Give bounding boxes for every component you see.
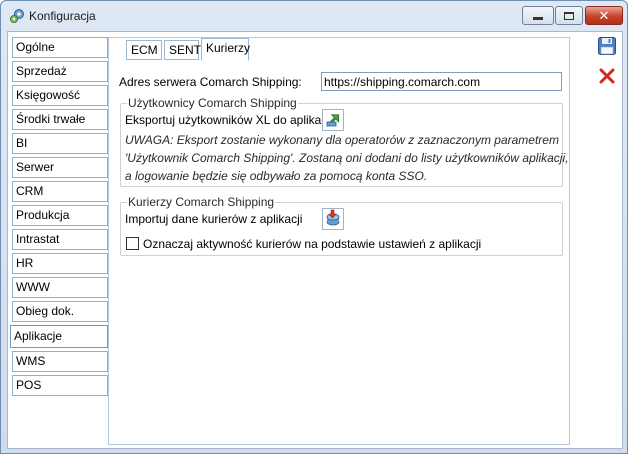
server-address-input[interactable] — [321, 72, 562, 91]
title-bar: Konfiguracja ✕ — [1, 1, 627, 31]
nav-item-intrastat[interactable]: Intrastat — [12, 229, 108, 250]
tab-kurierzy[interactable]: Kurierzy — [201, 38, 250, 61]
maximize-button[interactable] — [555, 6, 583, 25]
window-title: Konfiguracja — [29, 9, 96, 23]
export-users-label: Eksportuj użytkowników XL do aplikacji — [125, 113, 333, 127]
nav-item-hr[interactable]: HR — [12, 253, 108, 274]
nav-item-srodki-trwale[interactable]: Środki trwałe — [12, 109, 108, 130]
save-button[interactable] — [596, 36, 618, 58]
import-couriers-button[interactable] — [322, 208, 344, 230]
users-group-title: Użytkownicy Comarch Shipping — [127, 96, 298, 110]
save-icon — [597, 36, 617, 59]
courier-activity-label: Oznaczaj aktywność kurierów na podstawie… — [143, 237, 482, 251]
import-icon — [324, 209, 342, 230]
courier-activity-checkbox[interactable] — [126, 237, 139, 250]
nav-item-serwer-wydrukow[interactable]: Serwer wydruków — [12, 157, 108, 193]
cancel-icon — [598, 67, 616, 88]
cancel-button[interactable] — [596, 66, 618, 88]
nav-item-obieg-dok[interactable]: Obieg dok. — [12, 301, 108, 322]
nav-item-bi[interactable]: BI — [12, 133, 108, 154]
nav-item-produkcja[interactable]: Produkcja — [12, 205, 108, 226]
nav-item-wms[interactable]: WMS — [12, 351, 108, 372]
window-client-area: Ogólne Sprzedaż Księgowość Środki trwałe… — [7, 31, 623, 449]
export-note-line1: UWAGA: Eksport zostanie wykonany dla ope… — [125, 133, 559, 147]
server-address-label: Adres serwera Comarch Shipping: — [119, 75, 302, 89]
export-note-line2: 'Użytkownik Comarch Shipping'. Zostaną o… — [125, 151, 569, 165]
nav-item-sprzedaz[interactable]: Sprzedaż — [12, 61, 108, 82]
export-note-line3: a logowanie będzie się odbywało za pomoc… — [125, 169, 428, 183]
nav-item-www[interactable]: WWW — [12, 277, 108, 298]
couriers-group-title: Kurierzy Comarch Shipping — [127, 195, 276, 209]
nav-item-ogolne[interactable]: Ogólne — [12, 37, 108, 58]
nav-item-pos[interactable]: POS — [12, 375, 108, 396]
nav-item-ksiegowosc[interactable]: Księgowość — [12, 85, 108, 106]
import-couriers-label: Importuj dane kurierów z aplikacji — [125, 212, 303, 226]
gear-icon — [9, 8, 25, 24]
minimize-button[interactable] — [522, 6, 554, 25]
export-users-button[interactable] — [322, 109, 344, 131]
close-button[interactable]: ✕ — [585, 6, 623, 25]
tab-ecm[interactable]: ECM — [126, 40, 162, 60]
minimize-icon — [533, 16, 543, 20]
tab-sent[interactable]: SENT — [164, 40, 201, 60]
maximize-icon — [564, 11, 574, 20]
config-window: Konfiguracja ✕ Ogólne Sprzedaż Księgowoś… — [0, 0, 628, 454]
export-icon — [324, 110, 342, 131]
close-icon: ✕ — [598, 8, 610, 23]
nav-item-crm[interactable]: CRM — [12, 181, 108, 202]
nav-item-aplikacje[interactable]: Aplikacje — [10, 325, 108, 348]
